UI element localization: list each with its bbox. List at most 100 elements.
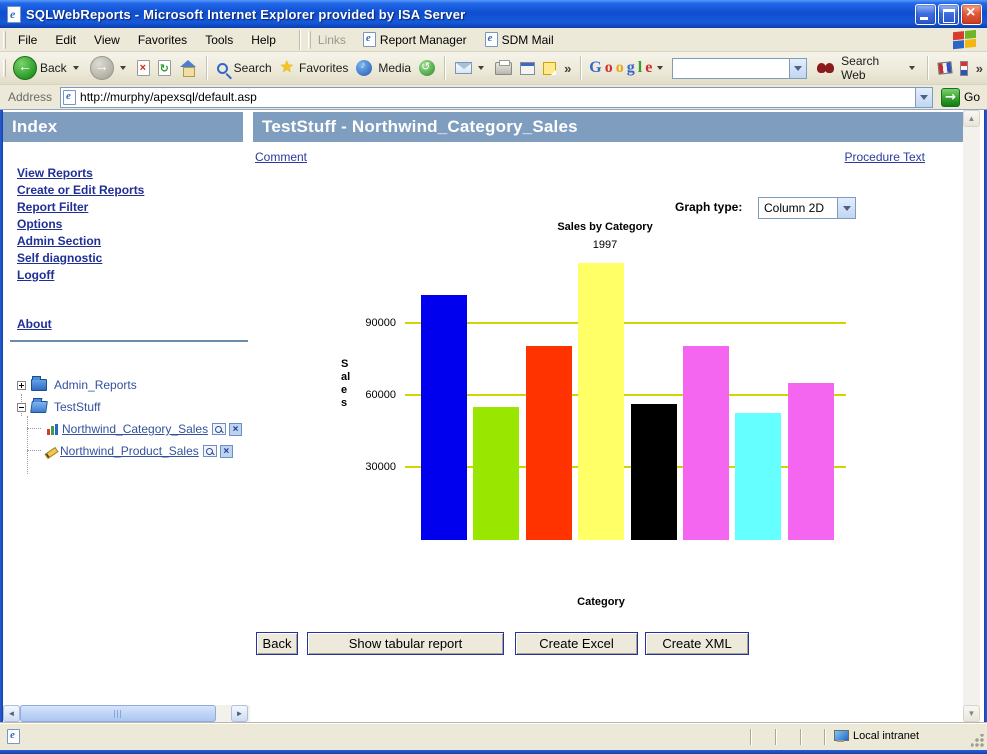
delete-report-icon[interactable] xyxy=(229,422,243,436)
link-report-manager[interactable]: Report Manager xyxy=(354,32,476,47)
history-button[interactable] xyxy=(415,60,439,76)
toolbar-separator xyxy=(205,56,208,80)
google-search-dropdown[interactable] xyxy=(789,58,807,78)
show-tabular-report-button[interactable]: Show tabular report xyxy=(307,632,504,655)
sidebar-item-admin-section[interactable]: Admin Section xyxy=(17,233,144,250)
report-link-category-sales[interactable]: Northwind_Category_Sales xyxy=(62,422,208,436)
status-separator xyxy=(750,729,752,745)
toolbar-separator xyxy=(580,56,583,80)
y-axis-ticks: 90000 60000 30000 xyxy=(333,260,401,540)
vertical-scrollbar[interactable]: ▲ ▼ xyxy=(963,110,980,722)
minimize-button[interactable] xyxy=(915,4,936,25)
favorites-button[interactable]: ★ Favorites xyxy=(276,60,353,76)
address-dropdown[interactable] xyxy=(915,87,933,107)
tree-node-teststuff[interactable]: TestStuff xyxy=(17,400,100,414)
graph-type-label: Graph type: xyxy=(675,200,743,214)
create-xml-button[interactable]: Create XML xyxy=(645,632,749,655)
tree-node-admin-reports[interactable]: Admin_Reports xyxy=(17,376,137,392)
local-intranet-icon xyxy=(834,730,849,742)
ytick-label: 60000 xyxy=(365,389,396,401)
google-overflow-chevron[interactable]: » xyxy=(972,61,987,76)
scroll-left-icon[interactable]: ◄ xyxy=(3,705,20,722)
page-title: TestStuff - Northwind_Category_Sales xyxy=(253,112,963,142)
menu-favorites[interactable]: Favorites xyxy=(129,30,196,50)
sidebar-item-self-diagnostic[interactable]: Self diagnostic xyxy=(17,250,144,267)
status-separator xyxy=(824,729,826,745)
page-info-button[interactable] xyxy=(956,60,972,76)
sidebar-horizontal-scrollbar[interactable]: ◄ ► xyxy=(3,705,250,722)
back-report-button[interactable]: Back xyxy=(256,632,298,655)
sidebar-item-report-filter[interactable]: Report Filter xyxy=(17,199,144,216)
menu-file[interactable]: File xyxy=(9,30,46,50)
news-button[interactable] xyxy=(934,61,956,75)
graph-type-select[interactable]: Column 2D xyxy=(758,197,856,219)
comment-link[interactable]: Comment xyxy=(255,150,307,164)
expand-icon[interactable] xyxy=(17,380,26,390)
scroll-right-icon[interactable]: ► xyxy=(231,705,248,722)
search-button[interactable]: Search xyxy=(213,61,276,75)
scroll-down-icon[interactable]: ▼ xyxy=(963,705,980,722)
search-web-dropdown-icon[interactable] xyxy=(908,66,915,70)
maximize-button[interactable] xyxy=(938,4,959,25)
create-excel-button[interactable]: Create Excel xyxy=(515,632,638,655)
menu-view[interactable]: View xyxy=(85,30,129,50)
chevron-down-icon[interactable] xyxy=(837,198,855,218)
search-web-button[interactable]: Search Web xyxy=(813,54,922,82)
back-dropdown-icon[interactable] xyxy=(72,66,79,70)
status-separator xyxy=(775,729,777,745)
link-sdm-mail[interactable]: SDM Mail xyxy=(476,32,563,47)
forward-button[interactable]: → xyxy=(86,56,133,80)
windows-flag-logo xyxy=(953,29,977,51)
bar xyxy=(631,404,677,540)
delete-report-icon[interactable] xyxy=(219,444,233,458)
sidebar-item-options[interactable]: Options xyxy=(17,216,144,233)
view-report-icon[interactable] xyxy=(202,445,217,457)
messenger-icon xyxy=(543,61,557,75)
go-button[interactable]: → Go xyxy=(941,87,980,107)
ie-page-icon xyxy=(484,32,498,47)
mail-button[interactable] xyxy=(451,62,491,74)
print-button[interactable] xyxy=(491,59,516,75)
address-input[interactable] xyxy=(80,88,933,106)
open-folder-icon xyxy=(30,401,48,413)
sidebar-links: View Reports Create or Edit Reports Repo… xyxy=(17,165,144,284)
ie-page-icon xyxy=(362,32,376,47)
google-dropdown-icon[interactable] xyxy=(657,66,664,70)
scrollbar-thumb[interactable] xyxy=(20,705,216,722)
bar xyxy=(788,383,834,540)
refresh-button[interactable] xyxy=(154,60,175,76)
toolbar-grip[interactable] xyxy=(3,59,6,77)
favorites-star-icon: ★ xyxy=(279,59,295,76)
menu-grip[interactable] xyxy=(3,30,6,49)
sidebar-item-view-reports[interactable]: View Reports xyxy=(17,165,144,182)
resize-grip-icon[interactable] xyxy=(971,734,984,747)
toolbar-overflow-chevron[interactable]: » xyxy=(560,61,575,76)
google-search-input[interactable] xyxy=(672,57,808,79)
scroll-up-icon[interactable]: ▲ xyxy=(963,110,980,127)
sidebar-item-about[interactable]: About xyxy=(17,317,52,331)
sidebar-item-create-edit-reports[interactable]: Create or Edit Reports xyxy=(17,182,144,199)
messenger-button[interactable] xyxy=(539,61,560,75)
discuss-button[interactable] xyxy=(516,61,539,75)
back-button[interactable]: ← Back xyxy=(9,56,86,80)
menu-edit[interactable]: Edit xyxy=(46,30,85,50)
view-report-icon[interactable] xyxy=(212,423,227,435)
menu-help[interactable]: Help xyxy=(242,30,285,50)
menu-bar: File Edit View Favorites Tools Help Link… xyxy=(0,28,987,52)
report-link-product-sales[interactable]: Northwind_Product_Sales xyxy=(60,444,199,458)
sidebar-item-logoff[interactable]: Logoff xyxy=(17,267,144,284)
links-grip[interactable] xyxy=(307,30,311,49)
menu-tools[interactable]: Tools xyxy=(196,30,242,50)
google-logo[interactable]: Google xyxy=(587,59,654,77)
collapse-icon[interactable] xyxy=(17,402,26,412)
stop-button[interactable] xyxy=(133,60,154,76)
procedure-text-link[interactable]: Procedure Text xyxy=(845,150,926,164)
status-bar: Local intranet xyxy=(0,722,987,750)
address-combo[interactable] xyxy=(60,86,934,108)
plot-area xyxy=(405,260,846,540)
close-button[interactable] xyxy=(961,4,982,25)
mail-icon xyxy=(455,62,473,74)
home-button[interactable] xyxy=(175,60,201,77)
mail-dropdown-icon[interactable] xyxy=(478,66,485,70)
media-button[interactable]: Media xyxy=(352,60,415,76)
